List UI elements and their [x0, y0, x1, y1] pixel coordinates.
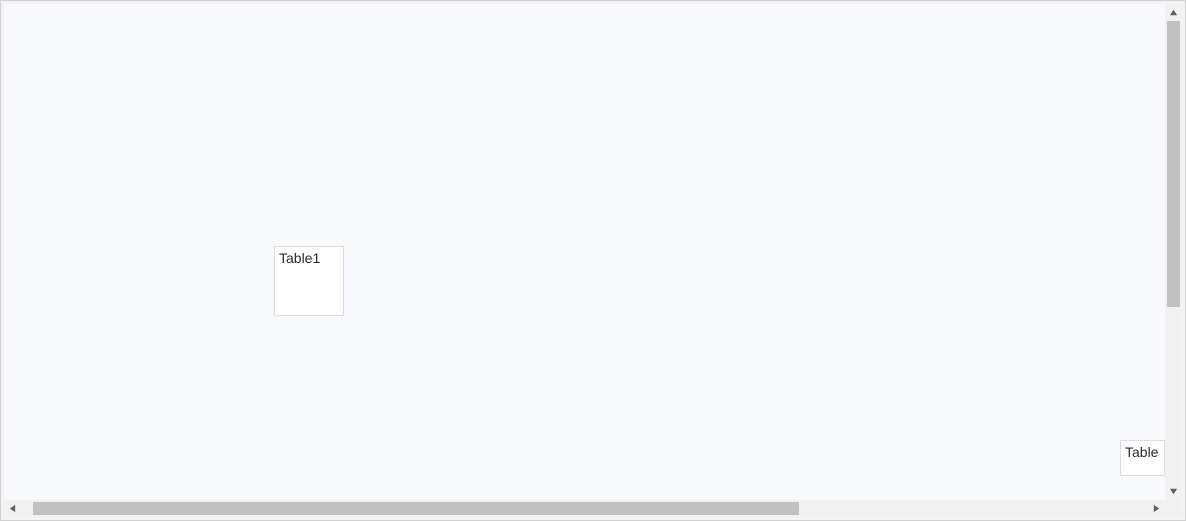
- diagram-frame: Table1 Table: [0, 0, 1186, 521]
- table-node-table2[interactable]: Table: [1120, 440, 1165, 476]
- relationship-canvas[interactable]: Table1 Table: [4, 4, 1165, 500]
- horizontal-scroll-thumb[interactable]: [33, 502, 799, 515]
- table-node-label: Table: [1125, 444, 1158, 460]
- canvas-inner: Table1 Table: [4, 4, 1165, 500]
- scroll-corner: [1165, 500, 1182, 517]
- table-node-label: Table1: [279, 250, 320, 266]
- viewport-wrapper: Table1 Table: [4, 4, 1182, 517]
- vertical-scrollbar[interactable]: [1165, 4, 1182, 500]
- scroll-up-arrow-icon[interactable]: [1165, 4, 1182, 21]
- horizontal-scroll-track[interactable]: [21, 500, 1148, 517]
- scroll-down-arrow-icon[interactable]: [1165, 483, 1182, 500]
- scroll-left-arrow-icon[interactable]: [4, 500, 21, 517]
- horizontal-scrollbar[interactable]: [4, 500, 1165, 517]
- scroll-right-arrow-icon[interactable]: [1148, 500, 1165, 517]
- vertical-scroll-track[interactable]: [1165, 21, 1182, 483]
- vertical-scroll-thumb[interactable]: [1167, 21, 1180, 307]
- table-node-table1[interactable]: Table1: [274, 246, 344, 316]
